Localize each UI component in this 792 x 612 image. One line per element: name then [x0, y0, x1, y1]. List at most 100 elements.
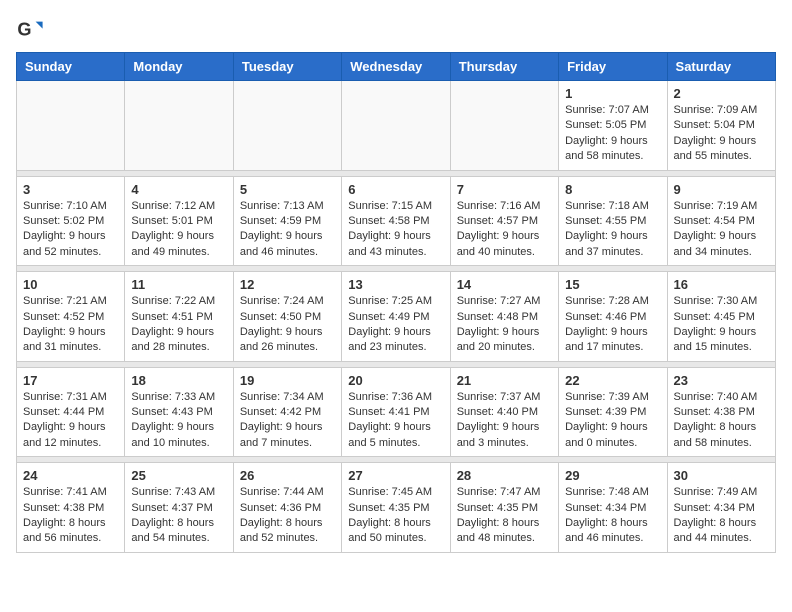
table-row: 2 Sunrise: 7:09 AM Sunset: 5:04 PM Daylig… — [667, 81, 775, 171]
weekday-header-wednesday: Wednesday — [342, 53, 450, 81]
day-info: Sunrise: 7:47 AM Sunset: 4:35 PM Dayligh… — [457, 485, 552, 547]
table-row: 14 Sunrise: 7:27 AM Sunset: 4:48 PM Dayli… — [450, 272, 558, 362]
day-number: 12 — [240, 277, 335, 292]
table-row: 30Sunrise: 7:49 AM Sunset: 4:34 PM Dayli… — [667, 463, 775, 553]
day-info: Sunrise: 7:43 AM Sunset: 4:37 PM Dayligh… — [131, 485, 226, 547]
day-info: Sunrise: 7:41 AM Sunset: 4:38 PM Dayligh… — [23, 485, 118, 547]
table-row — [233, 81, 341, 171]
day-info: Sunrise: 7:07 AM Sunset: 5:05 PM Dayligh… — [565, 103, 660, 165]
day-info: Sunrise: 7:34 AM Sunset: 4:42 PM Dayligh… — [240, 390, 335, 452]
table-row: 27 Sunrise: 7:45 AM Sunset: 4:35 PM Dayli… — [342, 463, 450, 553]
day-info: Sunrise: 7:10 AM Sunset: 5:02 PM Dayligh… — [23, 199, 118, 261]
day-number: 27 — [348, 468, 443, 483]
weekday-header-tuesday: Tuesday — [233, 53, 341, 81]
table-row: 18Sunrise: 7:33 AM Sunset: 4:43 PM Dayli… — [125, 367, 233, 457]
day-info: Sunrise: 7:30 AM Sunset: 4:45 PM Dayligh… — [674, 294, 769, 356]
day-number: 28 — [457, 468, 552, 483]
svg-text:G: G — [17, 20, 31, 40]
day-info: Sunrise: 7:12 AM Sunset: 5:01 PM Dayligh… — [131, 199, 226, 261]
day-info: Sunrise: 7:24 AM Sunset: 4:50 PM Dayligh… — [240, 294, 335, 356]
table-row: 21Sunrise: 7:37 AM Sunset: 4:40 PM Dayli… — [450, 367, 558, 457]
weekday-header-saturday: Saturday — [667, 53, 775, 81]
day-info: Sunrise: 7:39 AM Sunset: 4:39 PM Dayligh… — [565, 390, 660, 452]
table-row: 8 Sunrise: 7:18 AM Sunset: 4:55 PM Daylig… — [559, 176, 667, 266]
table-row: 5 Sunrise: 7:13 AM Sunset: 4:59 PM Daylig… — [233, 176, 341, 266]
day-info: Sunrise: 7:15 AM Sunset: 4:58 PM Dayligh… — [348, 199, 443, 261]
table-row: 4 Sunrise: 7:12 AM Sunset: 5:01 PM Daylig… — [125, 176, 233, 266]
table-row — [17, 81, 125, 171]
calendar-row-3: 17 Sunrise: 7:31 AM Sunset: 4:44 PM Dayli… — [17, 367, 776, 457]
day-number: 6 — [348, 182, 443, 197]
day-number: 26 — [240, 468, 335, 483]
table-row: 29 Sunrise: 7:48 AM Sunset: 4:34 PM Dayli… — [559, 463, 667, 553]
table-row — [450, 81, 558, 171]
day-number: 3 — [23, 182, 118, 197]
table-row: 11 Sunrise: 7:22 AM Sunset: 4:51 PM Dayli… — [125, 272, 233, 362]
day-number: 1 — [565, 86, 660, 101]
day-number: 5 — [240, 182, 335, 197]
day-number: 17 — [23, 373, 118, 388]
day-info: Sunrise: 7:27 AM Sunset: 4:48 PM Dayligh… — [457, 294, 552, 356]
day-info: Sunrise: 7:45 AM Sunset: 4:35 PM Dayligh… — [348, 485, 443, 547]
table-row: 20 Sunrise: 7:36 AM Sunset: 4:41 PM Dayli… — [342, 367, 450, 457]
day-info: Sunrise: 7:33 AM Sunset: 4:43 PM Dayligh… — [131, 390, 226, 452]
day-number: 29 — [565, 468, 660, 483]
table-row: 7 Sunrise: 7:16 AM Sunset: 4:57 PM Daylig… — [450, 176, 558, 266]
day-info: Sunrise: 7:16 AM Sunset: 4:57 PM Dayligh… — [457, 199, 552, 261]
day-info: Sunrise: 7:28 AM Sunset: 4:46 PM Dayligh… — [565, 294, 660, 356]
day-info: Sunrise: 7:48 AM Sunset: 4:34 PM Dayligh… — [565, 485, 660, 547]
day-number: 16 — [674, 277, 769, 292]
day-info: Sunrise: 7:25 AM Sunset: 4:49 PM Dayligh… — [348, 294, 443, 356]
table-row: 26 Sunrise: 7:44 AM Sunset: 4:36 PM Dayli… — [233, 463, 341, 553]
day-info: Sunrise: 7:36 AM Sunset: 4:41 PM Dayligh… — [348, 390, 443, 452]
weekday-header-sunday: Sunday — [17, 53, 125, 81]
weekday-header-friday: Friday — [559, 53, 667, 81]
day-number: 8 — [565, 182, 660, 197]
day-number: 4 — [131, 182, 226, 197]
table-row: 25 Sunrise: 7:43 AM Sunset: 4:37 PM Dayli… — [125, 463, 233, 553]
day-info: Sunrise: 7:37 AM Sunset: 4:40 PM Dayligh… — [457, 390, 552, 452]
day-info: Sunrise: 7:31 AM Sunset: 4:44 PM Dayligh… — [23, 390, 118, 452]
table-row: 10Sunrise: 7:21 AM Sunset: 4:52 PM Dayli… — [17, 272, 125, 362]
table-row: 17 Sunrise: 7:31 AM Sunset: 4:44 PM Dayli… — [17, 367, 125, 457]
day-info: Sunrise: 7:22 AM Sunset: 4:51 PM Dayligh… — [131, 294, 226, 356]
day-number: 11 — [131, 277, 226, 292]
day-number: 14 — [457, 277, 552, 292]
day-number: 10 — [23, 277, 118, 292]
day-number: 25 — [131, 468, 226, 483]
day-number: 20 — [348, 373, 443, 388]
table-row — [125, 81, 233, 171]
table-row: 13 Sunrise: 7:25 AM Sunset: 4:49 PM Dayli… — [342, 272, 450, 362]
table-row: 1 Sunrise: 7:07 AM Sunset: 5:05 PM Daylig… — [559, 81, 667, 171]
table-row: 28 Sunrise: 7:47 AM Sunset: 4:35 PM Dayli… — [450, 463, 558, 553]
day-info: Sunrise: 7:44 AM Sunset: 4:36 PM Dayligh… — [240, 485, 335, 547]
day-number: 13 — [348, 277, 443, 292]
table-row: 16 Sunrise: 7:30 AM Sunset: 4:45 PM Dayli… — [667, 272, 775, 362]
day-number: 9 — [674, 182, 769, 197]
table-row: 15Sunrise: 7:28 AM Sunset: 4:46 PM Dayli… — [559, 272, 667, 362]
logo: G — [16, 16, 48, 44]
day-number: 7 — [457, 182, 552, 197]
day-info: Sunrise: 7:09 AM Sunset: 5:04 PM Dayligh… — [674, 103, 769, 165]
weekday-header-monday: Monday — [125, 53, 233, 81]
table-row: 6 Sunrise: 7:15 AM Sunset: 4:58 PM Daylig… — [342, 176, 450, 266]
day-info: Sunrise: 7:19 AM Sunset: 4:54 PM Dayligh… — [674, 199, 769, 261]
table-row — [342, 81, 450, 171]
day-info: Sunrise: 7:13 AM Sunset: 4:59 PM Dayligh… — [240, 199, 335, 261]
table-row: 12 Sunrise: 7:24 AM Sunset: 4:50 PM Dayli… — [233, 272, 341, 362]
day-number: 30 — [674, 468, 769, 483]
table-row: 24 Sunrise: 7:41 AM Sunset: 4:38 PM Dayli… — [17, 463, 125, 553]
weekday-header-thursday: Thursday — [450, 53, 558, 81]
table-row: 3 Sunrise: 7:10 AM Sunset: 5:02 PM Daylig… — [17, 176, 125, 266]
weekday-header-row: SundayMondayTuesdayWednesdayThursdayFrid… — [17, 53, 776, 81]
day-number: 24 — [23, 468, 118, 483]
table-row: 19Sunrise: 7:34 AM Sunset: 4:42 PM Dayli… — [233, 367, 341, 457]
table-row: 9 Sunrise: 7:19 AM Sunset: 4:54 PM Daylig… — [667, 176, 775, 266]
table-row: 23Sunrise: 7:40 AM Sunset: 4:38 PM Dayli… — [667, 367, 775, 457]
table-row: 22Sunrise: 7:39 AM Sunset: 4:39 PM Dayli… — [559, 367, 667, 457]
day-info: Sunrise: 7:18 AM Sunset: 4:55 PM Dayligh… — [565, 199, 660, 261]
calendar-row-1: 3 Sunrise: 7:10 AM Sunset: 5:02 PM Daylig… — [17, 176, 776, 266]
day-number: 2 — [674, 86, 769, 101]
logo-icon: G — [16, 16, 44, 44]
page-header: G — [16, 16, 776, 44]
